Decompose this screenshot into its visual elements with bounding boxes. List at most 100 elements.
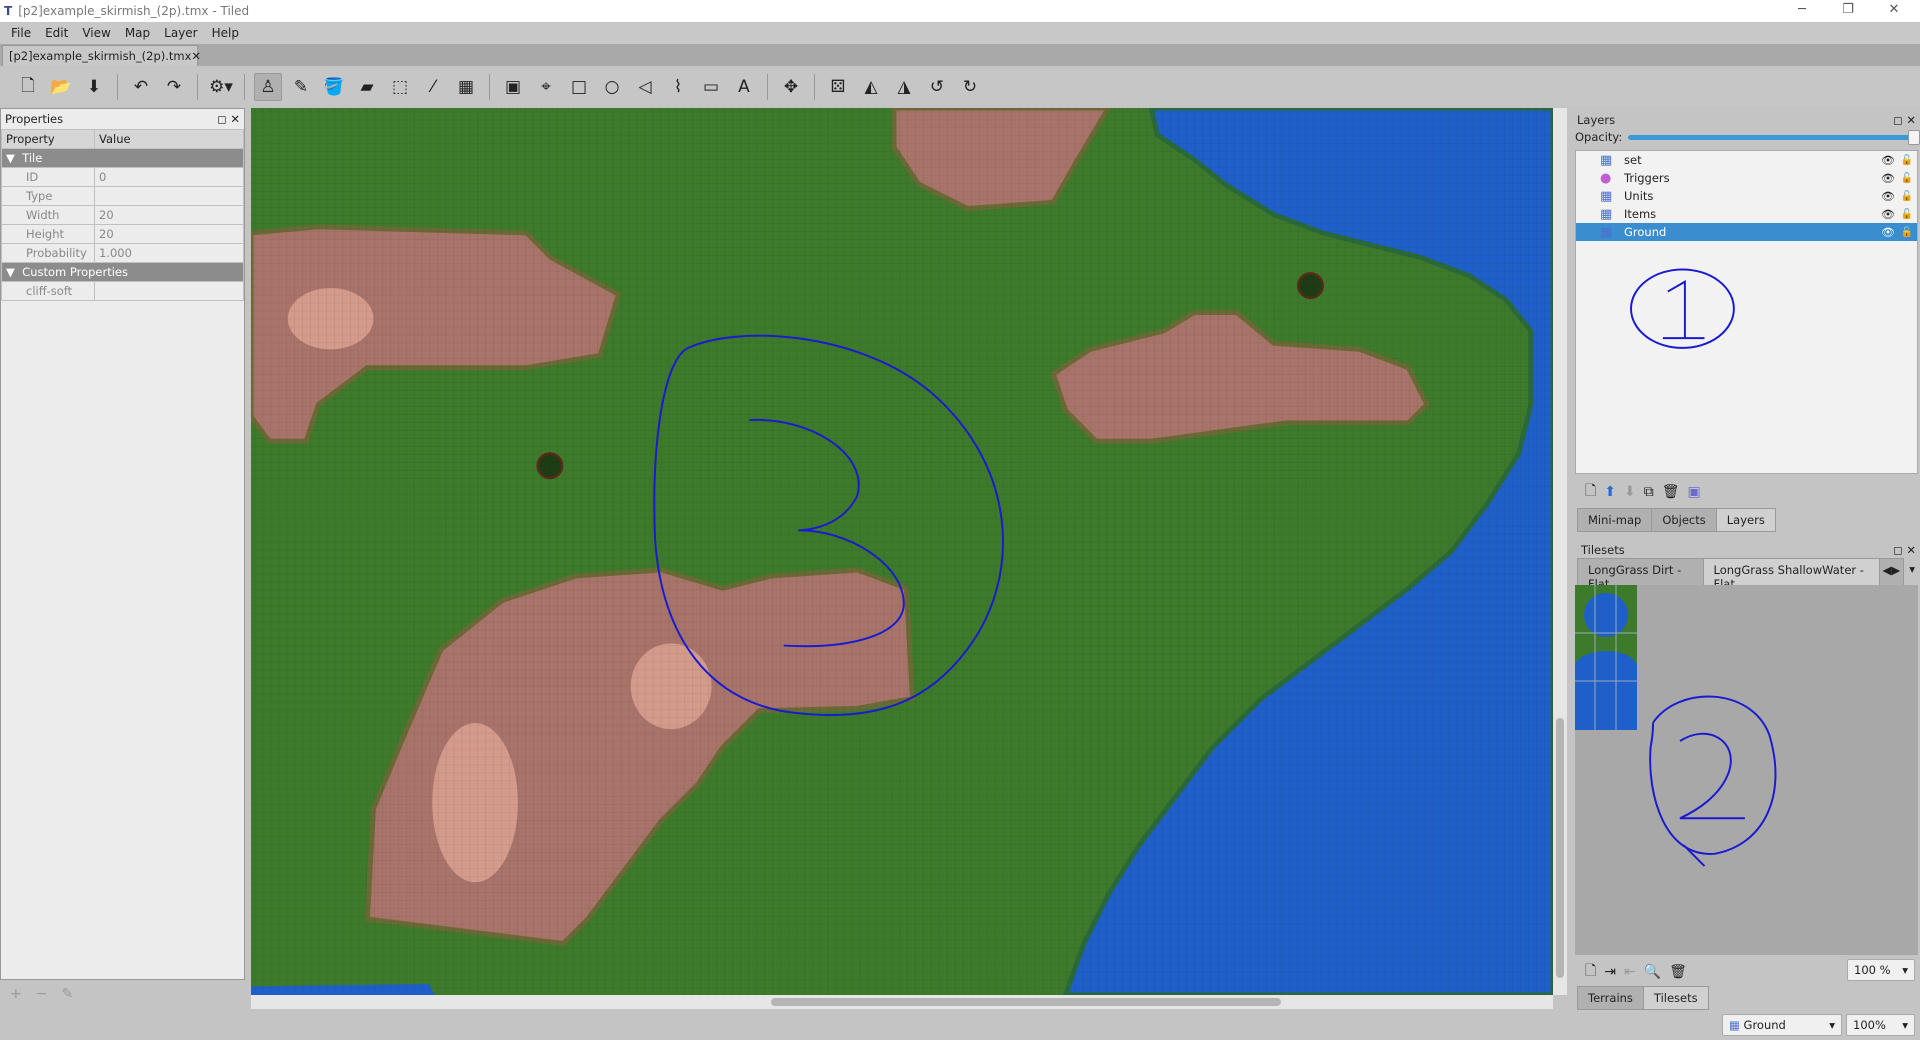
lock-icon[interactable]: 🔓 xyxy=(1901,155,1913,166)
property-row[interactable]: ID 0 xyxy=(1,167,244,187)
rotate-left-icon[interactable]: ↺ xyxy=(923,73,951,101)
menu-map[interactable]: Map xyxy=(125,26,150,40)
move-icon[interactable]: ✥ xyxy=(777,73,805,101)
close-window-button[interactable]: ✕ xyxy=(1874,2,1914,17)
tileset-zoom-select[interactable]: 100 % ▾ xyxy=(1847,959,1915,981)
property-value[interactable] xyxy=(94,281,244,301)
layer-item[interactable]: ▦ set 👁 🔓 xyxy=(1576,151,1917,169)
insert-polygon-icon[interactable]: ◁ xyxy=(631,73,659,101)
property-row[interactable]: Type xyxy=(1,186,244,206)
horizontal-scrollbar[interactable] xyxy=(251,995,1553,1009)
insert-rectangle-icon[interactable]: □ xyxy=(565,73,593,101)
flip-horizontal-icon[interactable]: ◭ xyxy=(857,73,885,101)
bucket-fill-icon[interactable]: 🪣 xyxy=(320,73,348,101)
delete-layer-icon[interactable]: 🗑 xyxy=(1662,484,1680,500)
property-group[interactable]: ▼ Tile xyxy=(1,148,244,168)
stamp-brush-icon[interactable]: ♙ xyxy=(254,73,282,101)
tab-objects[interactable]: Objects xyxy=(1651,508,1717,532)
save-icon[interactable]: ⬇ xyxy=(80,73,108,101)
layer-item[interactable]: ▦ Units 👁 🔓 xyxy=(1576,187,1917,205)
property-value[interactable]: 1.000 xyxy=(94,243,244,263)
redo-icon[interactable]: ↷ xyxy=(160,73,188,101)
lock-icon[interactable]: 🔓 xyxy=(1901,209,1913,220)
expand-triangle-icon[interactable]: ▼ xyxy=(6,151,15,165)
property-row[interactable]: cliff-soft xyxy=(1,281,244,301)
insert-text-icon[interactable]: A xyxy=(730,73,758,101)
layer-item[interactable]: ▦ Ground 👁 🔓 xyxy=(1576,223,1917,241)
insert-polyline-icon[interactable]: ⌇ xyxy=(664,73,692,101)
flip-vertical-icon[interactable]: ◮ xyxy=(890,73,918,101)
visibility-eye-icon[interactable]: 👁 xyxy=(1881,154,1895,167)
map-canvas[interactable] xyxy=(251,108,1553,995)
new-map-icon[interactable]: 🗋 xyxy=(14,73,42,101)
remove-property-button[interactable]: − xyxy=(36,986,48,1004)
import-tileset-icon[interactable]: ⇥ xyxy=(1604,964,1616,980)
current-layer-select[interactable]: ▦ Ground ▾ xyxy=(1722,1014,1842,1036)
property-row[interactable]: Width 20 xyxy=(1,205,244,225)
visibility-eye-icon[interactable]: 👁 xyxy=(1881,172,1895,185)
tab-tilesets[interactable]: Tilesets xyxy=(1642,986,1709,1010)
insert-tile-icon[interactable]: ▭ xyxy=(697,73,725,101)
rectangle-select-icon[interactable]: ⬚ xyxy=(386,73,414,101)
property-value[interactable]: 20 xyxy=(94,224,244,244)
open-icon[interactable]: 📂 xyxy=(47,73,75,101)
rename-property-button[interactable]: ✎ xyxy=(61,986,73,1004)
document-tab[interactable]: [p2]example_skirmish_(2p).tmx ✕ xyxy=(2,45,201,66)
commands-icon[interactable]: ⚙▾ xyxy=(207,73,235,101)
property-value[interactable]: 20 xyxy=(94,205,244,225)
menu-layer[interactable]: Layer xyxy=(164,26,197,40)
visibility-eye-icon[interactable]: 👁 xyxy=(1881,190,1895,203)
property-group[interactable]: ▼ Custom Properties xyxy=(1,262,244,282)
menu-edit[interactable]: Edit xyxy=(45,26,68,40)
select-objects-icon[interactable]: ▣ xyxy=(499,73,527,101)
duplicate-layer-icon[interactable]: ⧉ xyxy=(1644,484,1654,500)
undo-icon[interactable]: ↶ xyxy=(127,73,155,101)
panel-float-close-icons[interactable]: ◻ ✕ xyxy=(217,112,240,126)
layer-item[interactable]: ● Triggers 👁 🔓 xyxy=(1576,169,1917,187)
insert-ellipse-icon[interactable]: ○ xyxy=(598,73,626,101)
restore-button[interactable]: ❐ xyxy=(1828,2,1868,17)
panel-float-close-icons[interactable]: ◻ ✕ xyxy=(1893,543,1916,557)
property-row[interactable]: Probability 1.000 xyxy=(1,243,244,263)
property-value[interactable] xyxy=(94,186,244,206)
lower-layer-icon[interactable]: ⬇ xyxy=(1624,484,1636,500)
panel-float-close-icons[interactable]: ◻ ✕ xyxy=(1893,113,1916,127)
rotate-right-icon[interactable]: ↻ xyxy=(956,73,984,101)
opacity-slider[interactable] xyxy=(1628,129,1920,145)
map-zoom-select[interactable]: 100% ▾ xyxy=(1846,1014,1915,1036)
tileset-view[interactable] xyxy=(1575,585,1918,955)
menu-help[interactable]: Help xyxy=(212,26,239,40)
expand-triangle-icon[interactable]: ▼ xyxy=(6,265,15,279)
remove-tileset-icon[interactable]: 🗑 xyxy=(1669,964,1687,980)
new-tileset-icon[interactable]: 🗋 xyxy=(1585,960,1596,984)
edit-tileset-icon[interactable]: 🔍 xyxy=(1644,964,1661,980)
terrain-brush-icon[interactable]: ✎ xyxy=(287,73,315,101)
lock-icon[interactable]: 🔓 xyxy=(1901,227,1913,238)
random-mode-icon[interactable]: ⚄ xyxy=(824,73,852,101)
lock-icon[interactable]: 🔓 xyxy=(1901,173,1913,184)
tab-terrains[interactable]: Terrains xyxy=(1577,986,1644,1010)
eraser-icon[interactable]: ▰ xyxy=(353,73,381,101)
tab-mini-map[interactable]: Mini-map xyxy=(1577,508,1653,532)
magic-wand-icon[interactable]: ⁄ xyxy=(419,73,447,101)
minimize-button[interactable]: ─ xyxy=(1782,2,1822,17)
add-property-button[interactable]: + xyxy=(10,986,22,1004)
raise-layer-icon[interactable]: ⬆ xyxy=(1604,484,1616,500)
new-layer-icon[interactable]: 🗋 xyxy=(1585,480,1596,504)
layer-item[interactable]: ▦ Items 👁 🔓 xyxy=(1576,205,1917,223)
select-same-tile-icon[interactable]: ▦ xyxy=(452,73,480,101)
menu-view[interactable]: View xyxy=(82,26,110,40)
edit-polygons-icon[interactable]: ⌖ xyxy=(532,73,560,101)
menu-file[interactable]: File xyxy=(11,26,31,40)
visibility-eye-icon[interactable]: 👁 xyxy=(1881,226,1895,239)
layer-properties-icon[interactable]: ▣ xyxy=(1688,484,1701,500)
tile-layer-icon: ▦ xyxy=(1600,188,1613,204)
export-tileset-icon[interactable]: ⇤ xyxy=(1624,964,1636,980)
tab-layers[interactable]: Layers xyxy=(1715,508,1776,532)
property-value[interactable]: 0 xyxy=(94,167,244,187)
property-row[interactable]: Height 20 xyxy=(1,224,244,244)
vertical-scrollbar[interactable] xyxy=(1553,108,1567,995)
close-tab-icon[interactable]: ✕ xyxy=(191,49,201,63)
visibility-eye-icon[interactable]: 👁 xyxy=(1881,208,1895,221)
lock-icon[interactable]: 🔓 xyxy=(1901,191,1913,202)
